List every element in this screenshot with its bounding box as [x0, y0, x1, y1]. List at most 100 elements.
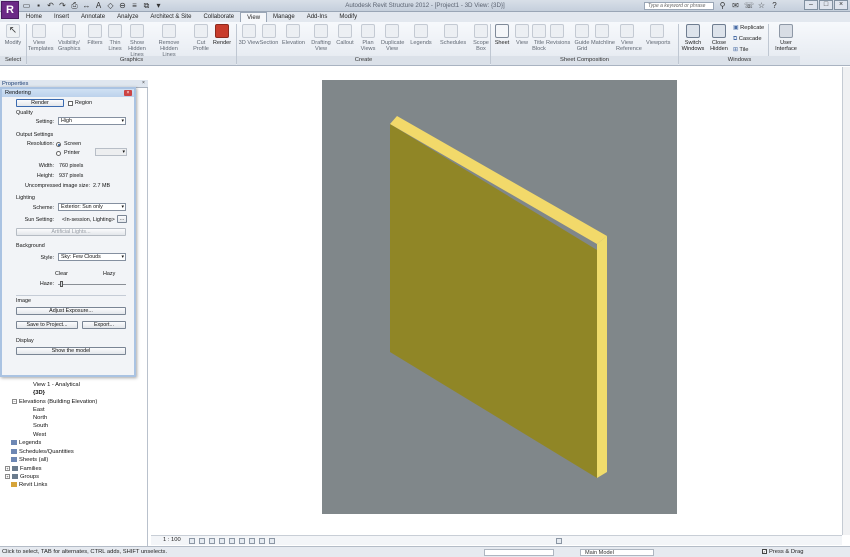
expand-icon[interactable]: + [5, 466, 10, 471]
graphics-panel-label[interactable]: Graphics [27, 57, 236, 63]
matchline-button[interactable]: Matchline [591, 24, 615, 46]
subscription-icon[interactable]: ✉ [731, 1, 740, 10]
printer-dpi-select[interactable]: ▾ [95, 148, 127, 156]
application-menu-button[interactable]: R [1, 1, 19, 19]
editing-model-combo[interactable]: Main Model [580, 549, 654, 556]
screen-radio[interactable] [56, 142, 61, 147]
3d-view-button[interactable]: 3D View [238, 24, 260, 46]
collapse-icon[interactable]: − [12, 399, 17, 404]
printer-radio[interactable] [56, 151, 61, 156]
crop-view-icon[interactable] [239, 538, 245, 544]
plan-views-button[interactable]: Plan Views [357, 24, 379, 52]
tree-item[interactable]: Schedules/Quantities [11, 449, 74, 455]
sheet-button[interactable]: Sheet [491, 24, 513, 46]
close-hidden-button[interactable]: Close Hidden [707, 24, 731, 52]
view-templates-button[interactable]: View Templates [28, 24, 54, 52]
schedules-button[interactable]: Schedules [440, 24, 466, 46]
duplicate-view-button[interactable]: Duplicate View [381, 24, 404, 52]
legends-button[interactable]: Legends [410, 24, 432, 46]
tab-view[interactable]: View [240, 12, 268, 22]
tab-analyze[interactable]: Analyze [111, 12, 144, 22]
tree-item[interactable]: Sheets (all) [11, 457, 48, 463]
modify-tool[interactable]: ↖ Modify [2, 24, 24, 46]
callout-button[interactable]: Callout [334, 24, 356, 46]
view-scale[interactable]: 1 : 100 [163, 537, 181, 543]
sun-setting-browse-button[interactable]: ... [117, 215, 127, 223]
scope-box-button[interactable]: Scope Box [470, 24, 492, 52]
section-button[interactable]: Section [258, 24, 280, 46]
wall-side-face[interactable] [597, 236, 607, 478]
tab-manage[interactable]: Manage [267, 12, 301, 22]
tab-collaborate[interactable]: Collaborate [197, 12, 240, 22]
thin-lines-button[interactable]: Thin Lines [104, 24, 126, 52]
tab-add-ins[interactable]: Add-Ins [301, 12, 334, 22]
tree-item[interactable]: Legends [11, 440, 41, 446]
tree-item[interactable]: West [33, 432, 46, 438]
workset-combo[interactable] [484, 549, 554, 556]
maximize-button[interactable]: □ [819, 0, 833, 10]
elevation-button[interactable]: Elevation [282, 24, 305, 46]
haze-slider-track[interactable] [58, 284, 126, 285]
show-model-button[interactable]: Show the model [16, 347, 126, 355]
tree-item[interactable]: + Groups [5, 474, 39, 480]
tab-architect-site[interactable]: Architect & Site [144, 12, 197, 22]
press-and-drag-toggle[interactable]: ✓ Press & Drag [762, 549, 803, 555]
help-icon[interactable]: ? [770, 1, 779, 10]
tree-item[interactable]: View 1 - Analytical [33, 382, 80, 388]
tab-home[interactable]: Home [20, 12, 48, 22]
binoculars-icon[interactable]: ⚲ [718, 1, 727, 10]
close-icon[interactable]: × [124, 90, 132, 96]
save-to-project-button[interactable]: Save to Project... [16, 321, 78, 329]
render-button[interactable]: Render [211, 24, 233, 46]
reveal-hidden-icon[interactable] [269, 538, 275, 544]
expand-icon[interactable]: + [5, 474, 10, 479]
detail-level-icon[interactable] [189, 538, 195, 544]
favorites-icon[interactable]: ☆ [757, 1, 766, 10]
tab-annotate[interactable]: Annotate [75, 12, 111, 22]
drafting-view-button[interactable]: Drafting View [310, 24, 332, 52]
background-style-select[interactable]: Sky: Few Clouds ▾ [58, 253, 126, 261]
close-button[interactable]: × [834, 0, 848, 10]
tab-modify[interactable]: Modify [333, 12, 363, 22]
haze-slider-thumb[interactable] [59, 281, 63, 287]
remove-hidden-lines-button[interactable]: Remove Hidden Lines [158, 24, 180, 58]
tab-insert[interactable]: Insert [48, 12, 75, 22]
tree-item[interactable]: South [33, 423, 48, 429]
horizontal-scroll-thumb[interactable] [556, 538, 562, 544]
render-button[interactable]: Render [16, 99, 64, 107]
tree-item[interactable]: {3D} [33, 390, 45, 396]
quality-setting-select[interactable]: High ▾ [58, 117, 126, 125]
export-button[interactable]: Export... [82, 321, 126, 329]
vertical-scrollbar[interactable] [842, 67, 850, 535]
tree-item[interactable]: − Elevations (Building Elevation) [12, 399, 97, 405]
close-icon[interactable]: × [141, 81, 146, 86]
communication-icon[interactable]: ☏ [744, 1, 754, 10]
tree-item[interactable]: East [33, 407, 45, 413]
region-checkbox[interactable] [68, 101, 73, 106]
user-interface-button[interactable]: User Interface [772, 24, 800, 52]
visual-style-icon[interactable] [199, 538, 205, 544]
view-reference-button[interactable]: View Reference [616, 24, 642, 52]
adjust-exposure-button[interactable]: Adjust Exposure... [16, 307, 126, 315]
lighting-scheme-select[interactable]: Exterior: Sun only ▾ [58, 203, 126, 211]
shadows-icon[interactable] [219, 538, 225, 544]
minimize-button[interactable]: – [804, 0, 818, 10]
guide-grid-button[interactable]: Guide Grid [571, 24, 593, 52]
dialog-title-bar[interactable]: Rendering × [2, 89, 134, 97]
show-crop-region-icon[interactable] [249, 538, 255, 544]
cut-profile-button[interactable]: Cut Profile [190, 24, 212, 52]
sun-path-icon[interactable] [209, 538, 215, 544]
revisions-button[interactable]: Revisions [546, 24, 570, 46]
search-input[interactable]: Type a keyword or phrase [644, 2, 714, 10]
show-hidden-lines-button[interactable]: Show Hidden Lines [126, 24, 148, 58]
tile-button[interactable]: ⊞ Tile [733, 47, 749, 53]
temporary-hide-icon[interactable] [259, 538, 265, 544]
cascade-button[interactable]: ⧉ Cascade [733, 36, 762, 43]
visibility-graphics-button[interactable]: Visibility/ Graphics [58, 24, 80, 52]
viewports-button[interactable]: Viewports [646, 24, 670, 46]
switch-windows-button[interactable]: Switch Windows [681, 24, 705, 52]
tree-item[interactable]: + Families [5, 466, 42, 472]
artificial-lights-button[interactable]: Artificial Lights... [16, 228, 126, 236]
tree-item[interactable]: Revit Links [11, 482, 47, 488]
select-panel-label[interactable]: Select [0, 57, 26, 63]
